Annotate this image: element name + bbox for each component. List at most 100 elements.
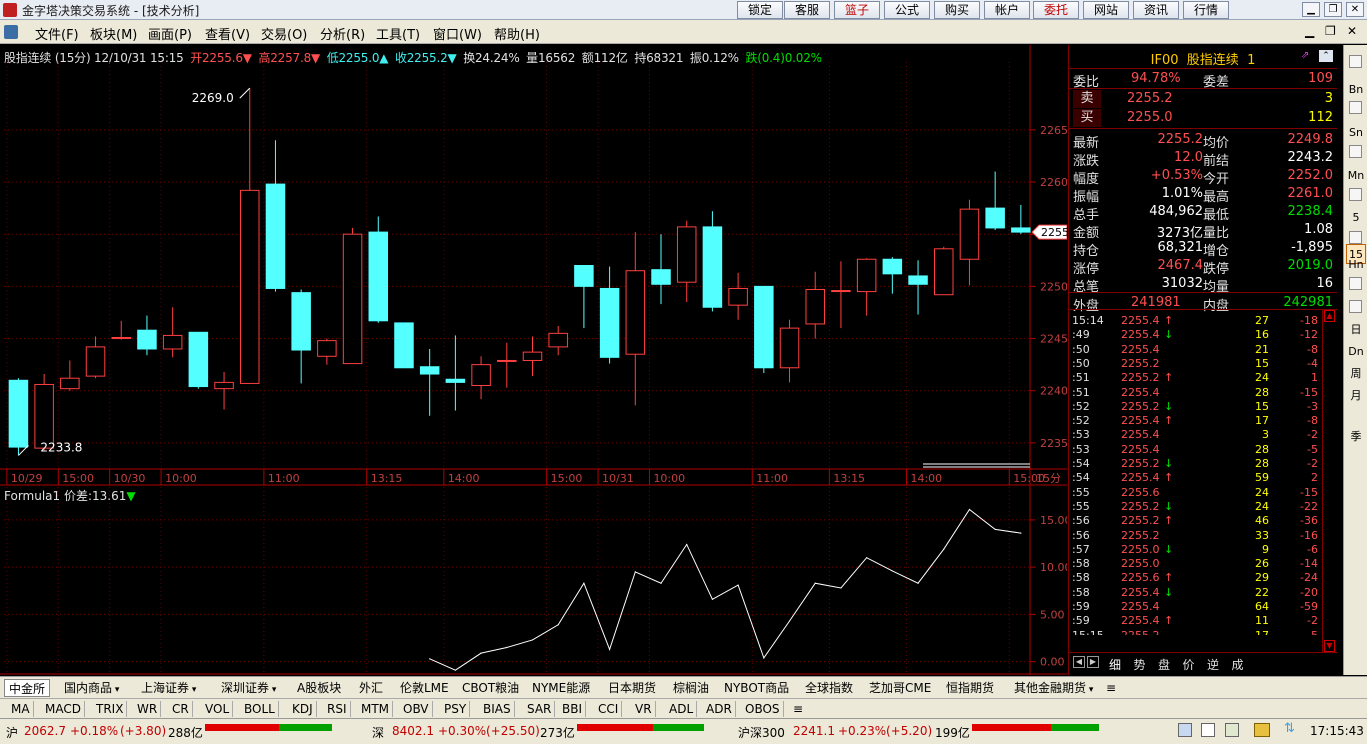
period-button-8[interactable]: 周 <box>1346 364 1366 384</box>
link-icon[interactable]: ⇗ <box>1301 50 1315 62</box>
period-button-7[interactable]: Dn <box>1346 342 1366 362</box>
close-button[interactable]: ✕ <box>1346 2 1364 17</box>
scroll-down-icon[interactable]: ▼ <box>1324 640 1335 652</box>
tick-scrollbar[interactable]: ▲ ▼ <box>1322 309 1336 653</box>
network-icon[interactable]: ⇅ <box>1284 722 1298 736</box>
indicator-button-14[interactable]: BBI <box>559 701 587 717</box>
toolbar-tool-icon[interactable] <box>1349 55 1362 68</box>
menu-item-2[interactable]: 画面(P) <box>148 24 192 43</box>
menu-item-0[interactable]: 文件(F) <box>35 24 79 43</box>
menu-item-6[interactable]: 工具(T) <box>376 24 420 43</box>
market-tab-2[interactable]: 上海证券 ▾ <box>141 679 196 697</box>
top-button-3[interactable]: 公式 <box>884 1 930 19</box>
market-tab-0[interactable]: 中金所 <box>4 679 51 697</box>
market-tab-15[interactable]: 其他金融期货 ▾ <box>1014 679 1093 697</box>
market-tab-11[interactable]: NYBOT商品 <box>724 679 789 697</box>
market-tab-1[interactable]: 国内商品 ▾ <box>64 679 119 697</box>
market-tab-3[interactable]: 深圳证券 ▾ <box>221 679 276 697</box>
tray-icon-2[interactable] <box>1201 723 1215 737</box>
market-tab-6[interactable]: 伦敦LME <box>400 679 449 697</box>
indicator-button-11[interactable]: PSY <box>441 701 471 717</box>
chart-area[interactable]: 股指连续 (15分) 12/10/31 15:15 开2255.6▼ 高2257… <box>0 45 1067 675</box>
top-button-5[interactable]: 帐户 <box>984 1 1030 19</box>
more-indicators-icon[interactable]: ≡ <box>790 701 806 717</box>
side-tab-0[interactable]: 细 <box>1109 656 1121 673</box>
indicator-button-4[interactable]: CR <box>169 701 193 717</box>
indicator-button-7[interactable]: KDJ <box>289 701 317 717</box>
indicator-button-12[interactable]: BIAS <box>480 701 515 717</box>
indicator-button-8[interactable]: RSI <box>324 701 351 717</box>
side-tab-4[interactable]: 逆 <box>1207 656 1219 673</box>
indicator-button-9[interactable]: MTM <box>358 701 394 717</box>
market-tab-5[interactable]: 外汇 <box>359 679 383 697</box>
toolbar-tool-icon[interactable] <box>1349 101 1362 114</box>
period-button-6[interactable]: 日 <box>1346 320 1366 340</box>
collapse-up-icon[interactable]: ⌃ <box>1319 50 1333 62</box>
indicator-button-17[interactable]: ADL <box>666 701 698 717</box>
toolbar-tool-icon[interactable] <box>1349 145 1362 158</box>
toolbar-tool-icon[interactable] <box>1349 188 1362 201</box>
indicator-button-16[interactable]: VR <box>632 701 656 717</box>
scroll-up-icon[interactable]: ▲ <box>1324 310 1335 322</box>
top-button-8[interactable]: 资讯 <box>1133 1 1179 19</box>
top-button-4[interactable]: 购买 <box>934 1 980 19</box>
indicator-button-6[interactable]: BOLL <box>241 701 279 717</box>
indicator-button-1[interactable]: MACD <box>42 701 85 717</box>
restore-button[interactable]: ❐ <box>1324 2 1342 17</box>
mdi-close-button[interactable]: ✕ <box>1347 24 1357 38</box>
market-tab-8[interactable]: NYME能源 <box>532 679 590 697</box>
market-tab-13[interactable]: 芝加哥CME <box>869 679 931 697</box>
side-tab-3[interactable]: 价 <box>1183 656 1195 673</box>
period-button-3[interactable]: 5 <box>1346 208 1366 228</box>
toolbar-tool-icon[interactable] <box>1349 300 1362 313</box>
menu-item-7[interactable]: 窗口(W) <box>433 24 482 43</box>
toolbar-tool-icon[interactable] <box>1349 231 1362 244</box>
tray-icon-3[interactable] <box>1225 723 1239 737</box>
mdi-minimize-button[interactable]: ▁ <box>1305 24 1314 38</box>
indicator-button-0[interactable]: MA <box>8 701 34 717</box>
menu-item-3[interactable]: 查看(V) <box>205 24 250 43</box>
tray-icon-4[interactable] <box>1254 723 1270 737</box>
top-button-1[interactable]: 客服 <box>784 1 830 19</box>
side-tab-5[interactable]: 成 <box>1232 656 1244 673</box>
tab-next-icon[interactable]: ▶ <box>1087 656 1099 668</box>
tick-list[interactable]: 15:14 2255.4 ↑ 27 -18:49 2255.4 ↓ 16 -12:50 2255.… <box>1069 310 1325 635</box>
more-tabs-icon[interactable]: ≡ <box>1106 679 1116 697</box>
minimize-button[interactable]: ▁ <box>1302 2 1320 17</box>
indicator-button-5[interactable]: VOL <box>202 701 234 717</box>
period-button-1[interactable]: Sn <box>1346 123 1366 143</box>
market-tab-10[interactable]: 棕榈油 <box>673 679 709 697</box>
market-tab-14[interactable]: 恒指期货 <box>946 679 994 697</box>
kline-chart[interactable]: 2265 2260 2250 2245 2240 2235 10/29 15:00 10/30 1… <box>0 45 1067 675</box>
period-button-2[interactable]: Mn <box>1346 166 1366 186</box>
market-tab-12[interactable]: 全球指数 <box>805 679 853 697</box>
top-button-0[interactable]: 锁定 <box>737 1 783 19</box>
menu-item-8[interactable]: 帮助(H) <box>494 24 540 43</box>
tab-prev-icon[interactable]: ◀ <box>1073 656 1085 668</box>
indicator-button-10[interactable]: OBV <box>400 701 433 717</box>
market-tab-9[interactable]: 日本期货 <box>608 679 656 697</box>
period-button-10[interactable]: 季 <box>1346 427 1366 447</box>
tray-icon-1[interactable] <box>1178 723 1192 737</box>
indicator-button-18[interactable]: ADR <box>703 701 736 717</box>
menu-item-4[interactable]: 交易(O) <box>261 24 307 43</box>
mdi-restore-button[interactable]: ❐ <box>1325 24 1336 38</box>
indicator-button-15[interactable]: CCI <box>595 701 623 717</box>
top-button-7[interactable]: 网站 <box>1083 1 1129 19</box>
top-button-2[interactable]: 篮子 <box>834 1 880 19</box>
menu-item-5[interactable]: 分析(R) <box>320 24 365 43</box>
market-tab-7[interactable]: CBOT粮油 <box>462 679 519 697</box>
side-tab-2[interactable]: 盘 <box>1158 656 1170 673</box>
period-button-5[interactable]: Hn <box>1346 255 1366 275</box>
indicator-button-3[interactable]: WR <box>134 701 162 717</box>
indicator-button-2[interactable]: TRIX <box>93 701 128 717</box>
period-button-9[interactable]: 月 <box>1346 386 1366 406</box>
menu-item-1[interactable]: 板块(M) <box>90 24 137 43</box>
indicator-button-19[interactable]: OBOS <box>742 701 784 717</box>
toolbar-tool-icon[interactable] <box>1349 277 1362 290</box>
indicator-button-13[interactable]: SAR <box>524 701 556 717</box>
top-button-6[interactable]: 委托 <box>1033 1 1079 19</box>
top-button-9[interactable]: 行情 <box>1183 1 1229 19</box>
market-tab-4[interactable]: A股板块 <box>297 679 341 697</box>
side-tab-1[interactable]: 势 <box>1134 656 1146 673</box>
